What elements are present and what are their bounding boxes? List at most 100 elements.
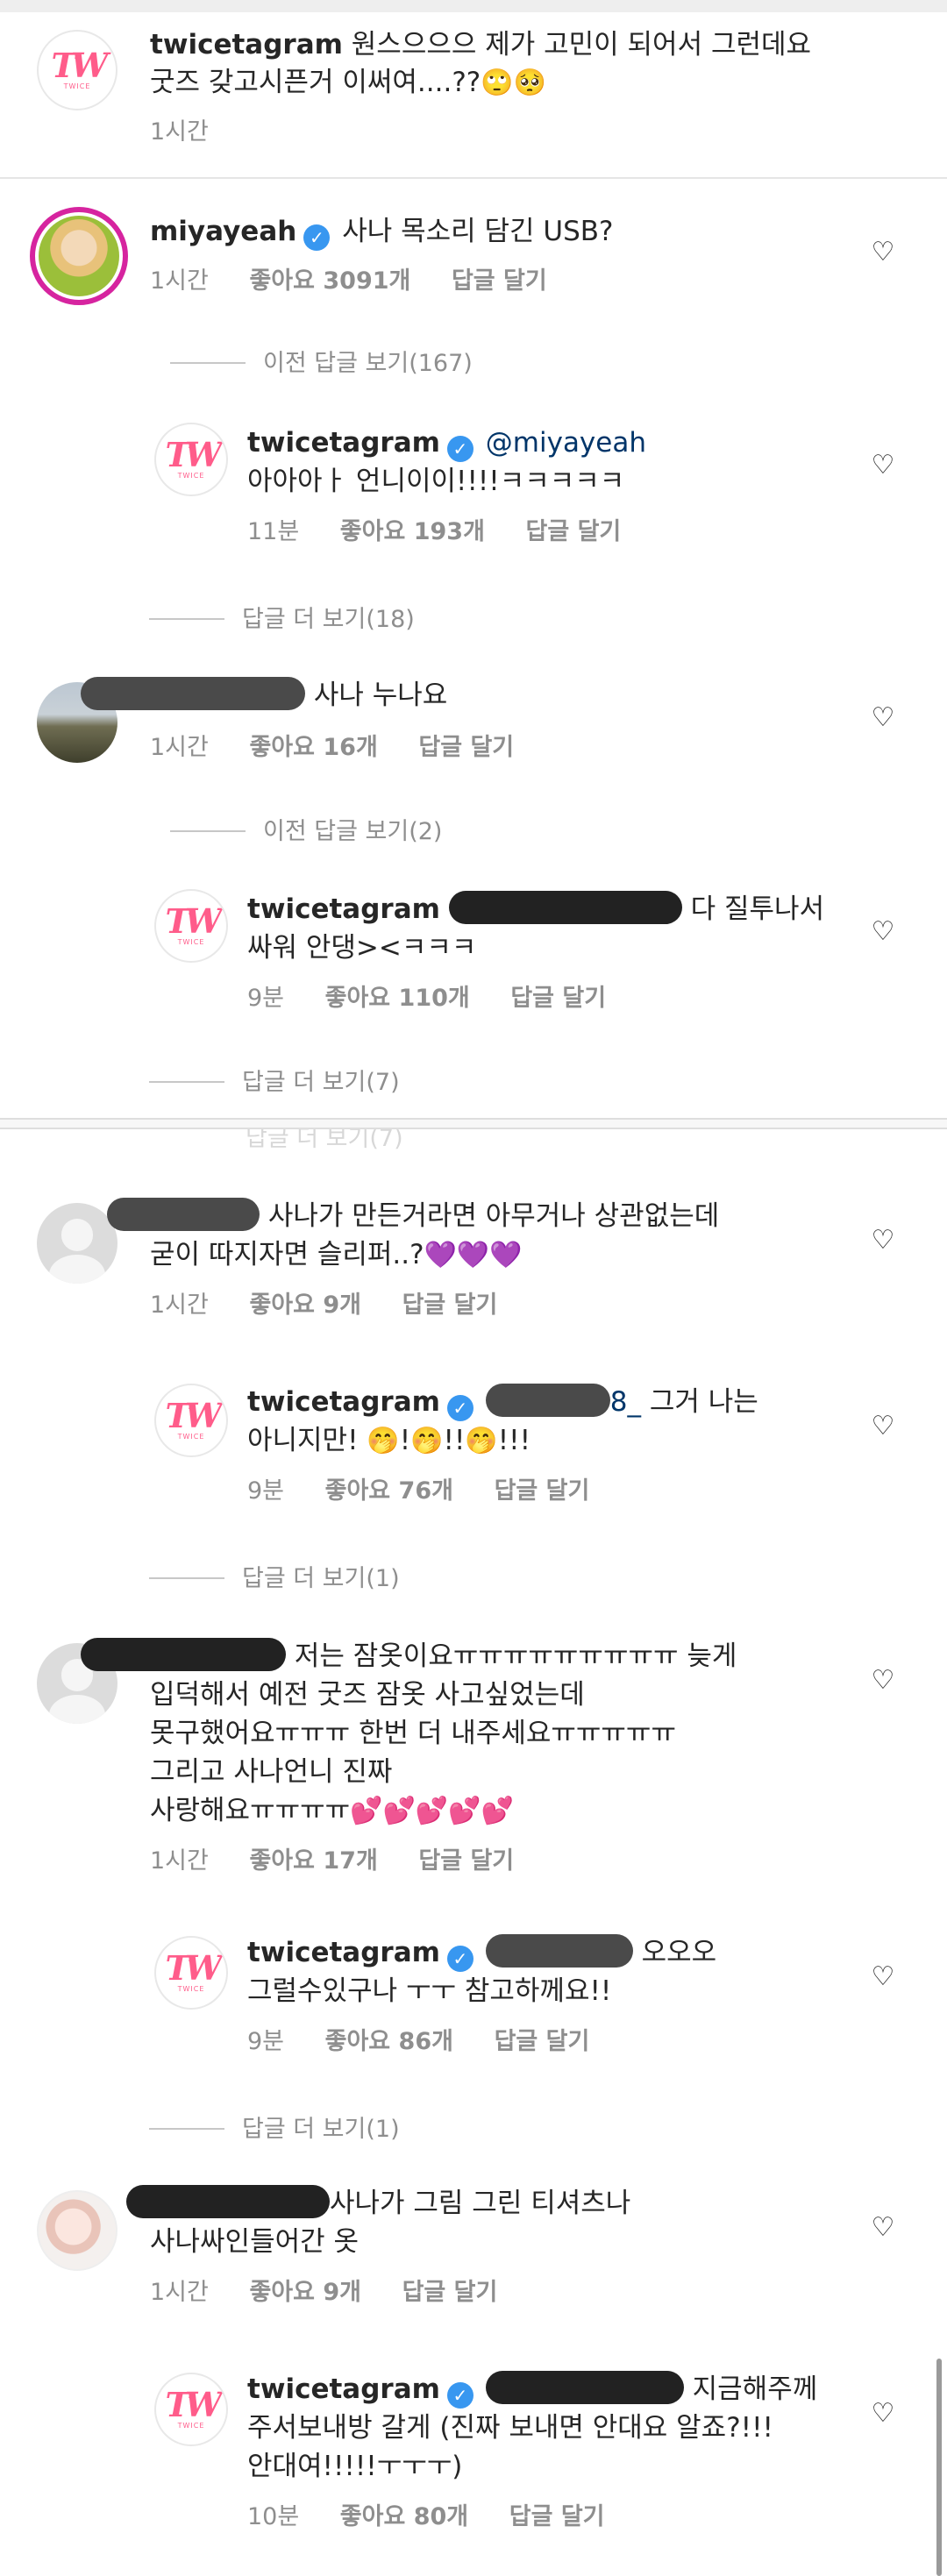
heart-outline-icon[interactable]: ♡ [870, 1668, 896, 1694]
comment-text: 사나가 그림 그린 티셔츠나 [126, 2185, 630, 2223]
twice-logo: TW [51, 45, 109, 85]
reply-button[interactable]: 답글 달기 [526, 518, 622, 545]
likes-count[interactable]: 좋아요 9개 [249, 1292, 361, 1319]
avatar-twicetagram[interactable]: TW TWICE [154, 1936, 228, 2010]
twice-logo: TW [165, 1947, 223, 1988]
avatar-twicetagram[interactable]: TW TWICE [154, 2373, 228, 2446]
purple-heart-emoji: 💜💜💜 [424, 1240, 523, 1270]
reply-button[interactable]: 답글 달기 [510, 985, 606, 1012]
timestamp: 1시간 [150, 1847, 209, 1875]
reply-button[interactable]: 답글 달기 [495, 1477, 590, 1505]
verified-badge-icon: ✓ [303, 224, 331, 251]
reply-text: twicetagram 다 질투나서 [247, 891, 824, 929]
reply-text: twicetagram ✓ @miyayeah [247, 424, 646, 462]
likes-count[interactable]: 좋아요 3091개 [249, 267, 410, 295]
view-more-replies[interactable]: 답글 더 보기(18) [149, 600, 415, 634]
heart-outline-icon[interactable]: ♡ [870, 705, 896, 731]
hand-over-mouth-emoji: 🤭 [367, 1426, 400, 1456]
reply-button[interactable]: 답글 달기 [418, 1847, 514, 1875]
avatar-miyayeah[interactable] [30, 207, 128, 305]
reply-text-line2: 그럴수있구나 ㅜㅜ 참고하께요!! [247, 1975, 612, 2007]
reply-button[interactable]: 답글 달기 [418, 734, 514, 761]
likes-count[interactable]: 좋아요 9개 [249, 2279, 361, 2306]
username[interactable]: twicetagram [247, 1937, 440, 1968]
likes-count[interactable]: 좋아요 16개 [249, 734, 377, 761]
reply-button[interactable]: 답글 달기 [452, 267, 547, 295]
username[interactable]: twicetagram [247, 427, 440, 459]
heart-outline-icon[interactable]: ♡ [870, 1964, 896, 1990]
heart-outline-icon[interactable]: ♡ [870, 239, 896, 266]
view-more-replies[interactable]: 답글 더 보기(7) [149, 1063, 400, 1097]
view-previous-replies[interactable]: 이전 답글 보기(167) [170, 344, 473, 378]
avatar-user[interactable] [37, 2190, 117, 2271]
top-divider [0, 0, 947, 12]
view-previous-replies[interactable]: 이전 답글 보기(2) [170, 812, 442, 846]
comment-text-line2: 굿즈 갖고시픈거 이써여....??🙄🥺 [150, 67, 546, 98]
comment-meta: 1시간 좋아요 9개 답글 달기 [150, 2278, 530, 2308]
redacted-mention [485, 2371, 684, 2404]
reply-meta: 9분 좋아요 76개 답글 달기 [247, 1477, 623, 1506]
reply-button[interactable]: 답글 달기 [495, 2028, 590, 2055]
redacted-username [126, 2185, 330, 2218]
comment-meta: 1시간 좋아요 16개 답글 달기 [150, 733, 547, 763]
likes-count[interactable]: 좋아요 80개 [340, 2503, 468, 2530]
username[interactable]: twicetagram [150, 29, 343, 60]
avatar-twicetagram[interactable]: TW TWICE [37, 30, 117, 110]
username[interactable]: twicetagram [247, 2373, 440, 2405]
avatar-twicetagram[interactable]: TW TWICE [154, 1384, 228, 1457]
comment-text: 저는 잠옷이요ㅠㅠㅠㅠㅠㅠㅠㅠㅠ 늦게 [81, 1638, 737, 1676]
avatar-twicetagram[interactable]: TW TWICE [154, 423, 228, 496]
redacted-mention [485, 1384, 610, 1417]
heart-outline-icon[interactable]: ♡ [870, 1413, 896, 1440]
username[interactable]: twicetagram [247, 893, 440, 925]
timestamp: 11분 [247, 518, 300, 545]
redacted-username [81, 677, 305, 710]
likes-count[interactable]: 좋아요 193개 [340, 518, 485, 545]
comment-text: miyayeah ✓ 사나 목소리 담긴 USB? [150, 213, 613, 251]
scrollbar[interactable] [936, 2359, 942, 2576]
two-hearts-emoji: 💕💕💕💕💕 [350, 1796, 514, 1826]
comments-screenshot-2: 답글 더 보기(7) 사나가 만든거라면 아무거나 상관없는데 굳이 따지자면 … [0, 1129, 947, 2576]
comment-text-line2: 굳이 따지자면 슬리퍼..?💜💜💜 [150, 1239, 523, 1270]
likes-count[interactable]: 좋아요 17개 [249, 1847, 377, 1875]
mention-link[interactable]: @miyayeah [486, 427, 646, 459]
verified-badge-icon: ✓ [446, 1946, 474, 1972]
comment-meta: 1시간 좋아요 17개 답글 달기 [150, 1847, 547, 1876]
heart-outline-icon[interactable]: ♡ [870, 919, 896, 945]
timestamp: 10분 [247, 2503, 300, 2530]
avatar-twicetagram[interactable]: TW TWICE [154, 889, 228, 963]
reply-button[interactable]: 답글 달기 [402, 1292, 498, 1319]
timestamp: 1시간 [150, 2279, 209, 2306]
reply-button[interactable]: 답글 달기 [509, 2503, 605, 2530]
comment-meta: 1시간 좋아요 3091개 답글 달기 [150, 267, 580, 296]
heart-outline-icon[interactable]: ♡ [870, 2401, 896, 2427]
reply-text-line2: 아니지만! 🤭!🤭!!🤭!!! [247, 1425, 531, 1456]
comment-meta: 1시간 [150, 117, 242, 147]
view-more-replies[interactable]: 답글 더 보기(1) [149, 1559, 400, 1593]
username[interactable]: twicetagram [247, 1386, 440, 1418]
redacted-mention [485, 1934, 633, 1968]
likes-count[interactable]: 좋아요 86개 [325, 2028, 453, 2055]
timestamp: 1시간 [150, 1292, 209, 1319]
heart-outline-icon[interactable]: ♡ [870, 452, 896, 479]
avatar-default[interactable] [37, 1203, 117, 1284]
likes-count[interactable]: 좋아요 110개 [325, 985, 470, 1012]
comment-text-line2: 사나싸인들어간 옷 [150, 2226, 360, 2258]
screenshot-seam [0, 1118, 947, 1129]
comment-meta: 1시간 좋아요 9개 답글 달기 [150, 1291, 530, 1320]
reply-text: twicetagram ✓ 지금해주께 [247, 2371, 817, 2409]
heart-outline-icon[interactable]: ♡ [870, 2215, 896, 2241]
timestamp: 1시간 [150, 118, 209, 146]
reply-text-line2: 아아아ㅏ 언니이이!!!!ㅋㅋㅋㅋㅋ [247, 466, 625, 497]
heart-outline-icon[interactable]: ♡ [870, 1228, 896, 1254]
reply-button[interactable]: 답글 달기 [402, 2279, 498, 2306]
view-more-replies[interactable]: 답글 더 보기(1) [149, 2110, 400, 2144]
comment-text: twicetagram 원스으으으 제가 고민이 되어서 그런데요 [150, 29, 812, 60]
reply-meta: 9분 좋아요 86개 답글 달기 [247, 2027, 623, 2057]
timestamp: 9분 [247, 1477, 285, 1505]
username[interactable]: miyayeah [150, 216, 296, 247]
reply-text: twicetagram ✓ 오오오 [247, 1934, 716, 1972]
reply-meta: 11분 좋아요 193개 답글 달기 [247, 517, 654, 547]
likes-count[interactable]: 좋아요 76개 [325, 1477, 453, 1505]
timestamp: 9분 [247, 985, 285, 1012]
